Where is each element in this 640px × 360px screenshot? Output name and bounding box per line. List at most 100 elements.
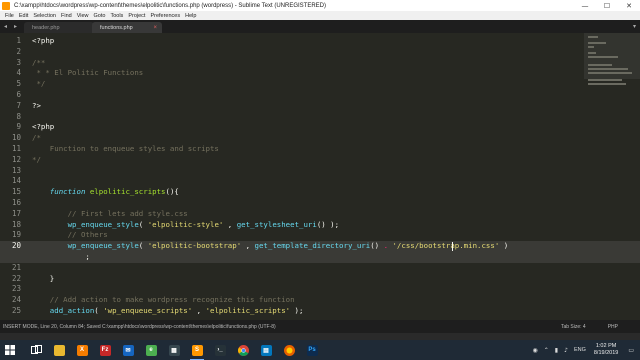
code-line[interactable]: 2 xyxy=(0,47,640,58)
menu-view[interactable]: View xyxy=(77,13,89,19)
tab-size-indicator[interactable]: Tab Size: 4 xyxy=(561,324,586,330)
line-number: 12 xyxy=(11,154,21,164)
code-line[interactable]: 12 */ xyxy=(0,155,640,166)
code-line[interactable]: 4 * * El Politic Functions xyxy=(0,68,640,79)
folder-icon[interactable] xyxy=(53,344,65,356)
minimize-button[interactable]: — xyxy=(574,0,596,11)
code-line[interactable]: 10 /* xyxy=(0,133,640,144)
menu-preferences[interactable]: Preferences xyxy=(150,13,180,19)
volume-icon[interactable]: ♪ xyxy=(564,347,568,354)
code-line[interactable]: 19 // Others xyxy=(0,230,640,241)
code-line[interactable]: 15 function elpolitic_scripts(){ xyxy=(0,187,640,198)
line-number: 2 xyxy=(16,46,21,56)
sublime-text-icon[interactable]: S xyxy=(191,344,203,356)
menu-selection[interactable]: Selection xyxy=(33,13,56,19)
code-token: /** xyxy=(32,57,46,67)
code-token: ( xyxy=(138,241,148,251)
code-token: ; xyxy=(32,252,90,261)
task-view-icon[interactable] xyxy=(30,344,42,356)
code-line[interactable]: 24 // Add action to make wordpress recog… xyxy=(0,295,640,306)
code-token: */ xyxy=(32,79,46,89)
tab-close-icon[interactable]: × xyxy=(153,25,157,31)
code-line[interactable]: 17 // First lets add style.css xyxy=(0,209,640,220)
show-hidden-icons[interactable]: ⌃ xyxy=(544,347,549,354)
code-token: '/css/bootstrap.min.css' xyxy=(392,241,500,251)
photoshop-icon[interactable]: Ps xyxy=(306,344,318,356)
menu-find[interactable]: Find xyxy=(61,13,72,19)
xampp-icon[interactable]: X xyxy=(76,344,88,356)
tab-dropdown-icon[interactable]: ▾ xyxy=(633,23,636,30)
network-icon[interactable]: ◉ xyxy=(533,347,538,354)
title-bar: C:\xampp\htdocs\wordpress\wp-content\the… xyxy=(0,0,640,11)
clock-time: 1:02 PM xyxy=(595,343,617,349)
line-number: 14 xyxy=(11,176,21,186)
code-line[interactable]: 18 wp_enqueue_style( 'elpolitic-style' ,… xyxy=(0,220,640,231)
menu-tools[interactable]: Tools xyxy=(110,13,123,19)
firefox-icon[interactable] xyxy=(283,344,295,356)
code-line[interactable]: 20 wp_enqueue_style( 'elpolitic-bootstra… xyxy=(0,241,640,252)
menu-help[interactable]: Help xyxy=(185,13,196,19)
notifications-icon[interactable]: ▭ xyxy=(628,347,634,354)
code-line[interactable]: 14 xyxy=(0,176,640,187)
maximize-button[interactable]: ☐ xyxy=(596,0,618,11)
window-controls: — ☐ ✕ xyxy=(574,0,640,11)
code-line[interactable]: 23 xyxy=(0,284,640,295)
close-button[interactable]: ✕ xyxy=(618,0,640,11)
code-editor[interactable]: 1 <?php 2 3 /** 4 * * El Politic Functions 5 *… xyxy=(0,33,640,320)
code-line[interactable]: 9 <?php xyxy=(0,122,640,133)
code-line[interactable]: 16 xyxy=(0,198,640,209)
code-token: elpolitic_scripts xyxy=(89,187,166,197)
line-number: 19 xyxy=(11,230,21,240)
line-number: 3 xyxy=(16,57,21,67)
minimap[interactable] xyxy=(584,33,640,93)
menu-edit[interactable]: Edit xyxy=(19,13,28,19)
code-line[interactable]: 13 xyxy=(0,166,640,177)
line-number: 1 xyxy=(16,36,21,45)
code-token: function xyxy=(32,187,90,197)
line-number: 16 xyxy=(11,198,21,207)
syntax-indicator[interactable]: PHP xyxy=(608,324,618,330)
code-line[interactable]: 1 <?php xyxy=(0,36,640,47)
line-number: 22 xyxy=(11,273,21,283)
code-text: ?> xyxy=(32,101,41,112)
code-token: , xyxy=(241,241,255,251)
tab-header-php[interactable]: header.php xyxy=(24,22,94,33)
tab-functions-php[interactable]: functions.php × xyxy=(92,22,162,33)
code-line[interactable]: 5 */ xyxy=(0,79,640,90)
code-token: <?php xyxy=(32,122,55,132)
code-line[interactable]: 8 xyxy=(0,112,640,123)
menu-project[interactable]: Project xyxy=(128,13,145,19)
app-icon[interactable]: e xyxy=(145,344,157,356)
code-line[interactable]: 3 /** xyxy=(0,58,640,69)
filezilla-icon[interactable]: Fz xyxy=(99,344,111,356)
menu-goto[interactable]: Goto xyxy=(94,13,106,19)
code-token: add_action xyxy=(32,306,95,315)
code-line[interactable]: 6 xyxy=(0,90,640,101)
clock[interactable]: 1:02 PM 8/19/2019 xyxy=(594,343,618,357)
tab-prev-icon[interactable]: ◂ xyxy=(4,23,7,30)
tab-next-icon[interactable]: ▸ xyxy=(14,23,17,30)
windows-start-icon[interactable] xyxy=(4,344,16,356)
code-line[interactable]: ; xyxy=(0,252,640,263)
system-tray: ◉ ⌃ ▮ ♪ ENG 1:02 PM 8/19/2019 ▭ xyxy=(533,340,640,360)
browser-icon[interactable]: ▤ xyxy=(260,344,272,356)
tab-bar: ◂ ▸ header.php functions.php × ▾ xyxy=(0,20,640,33)
line-number: 6 xyxy=(16,90,21,99)
chrome-icon[interactable] xyxy=(237,344,249,356)
text-cursor xyxy=(452,242,453,251)
wifi-icon[interactable]: ▮ xyxy=(555,347,558,354)
mail-icon[interactable]: ✉ xyxy=(122,344,134,356)
store-icon[interactable]: ▦ xyxy=(168,344,180,356)
code-token: <?php xyxy=(32,36,55,45)
code-line[interactable]: 22 } xyxy=(0,274,640,285)
menu-file[interactable]: File xyxy=(5,13,14,19)
code-line[interactable]: 21 xyxy=(0,263,640,274)
code-text: function elpolitic_scripts(){ xyxy=(32,187,179,198)
code-line[interactable]: 7 ?> xyxy=(0,101,640,112)
code-line[interactable]: 11 Function to enqueue styles and script… xyxy=(0,144,640,155)
terminal-icon[interactable]: ›_ xyxy=(214,344,226,356)
code-text: Function to enqueue styles and scripts xyxy=(32,144,219,155)
code-line[interactable]: 25 add_action( 'wp_enqueue_scripts' , 'e… xyxy=(0,306,640,317)
code-token: 'wp_enqueue_scripts' xyxy=(103,306,193,315)
language-indicator[interactable]: ENG xyxy=(574,347,586,353)
